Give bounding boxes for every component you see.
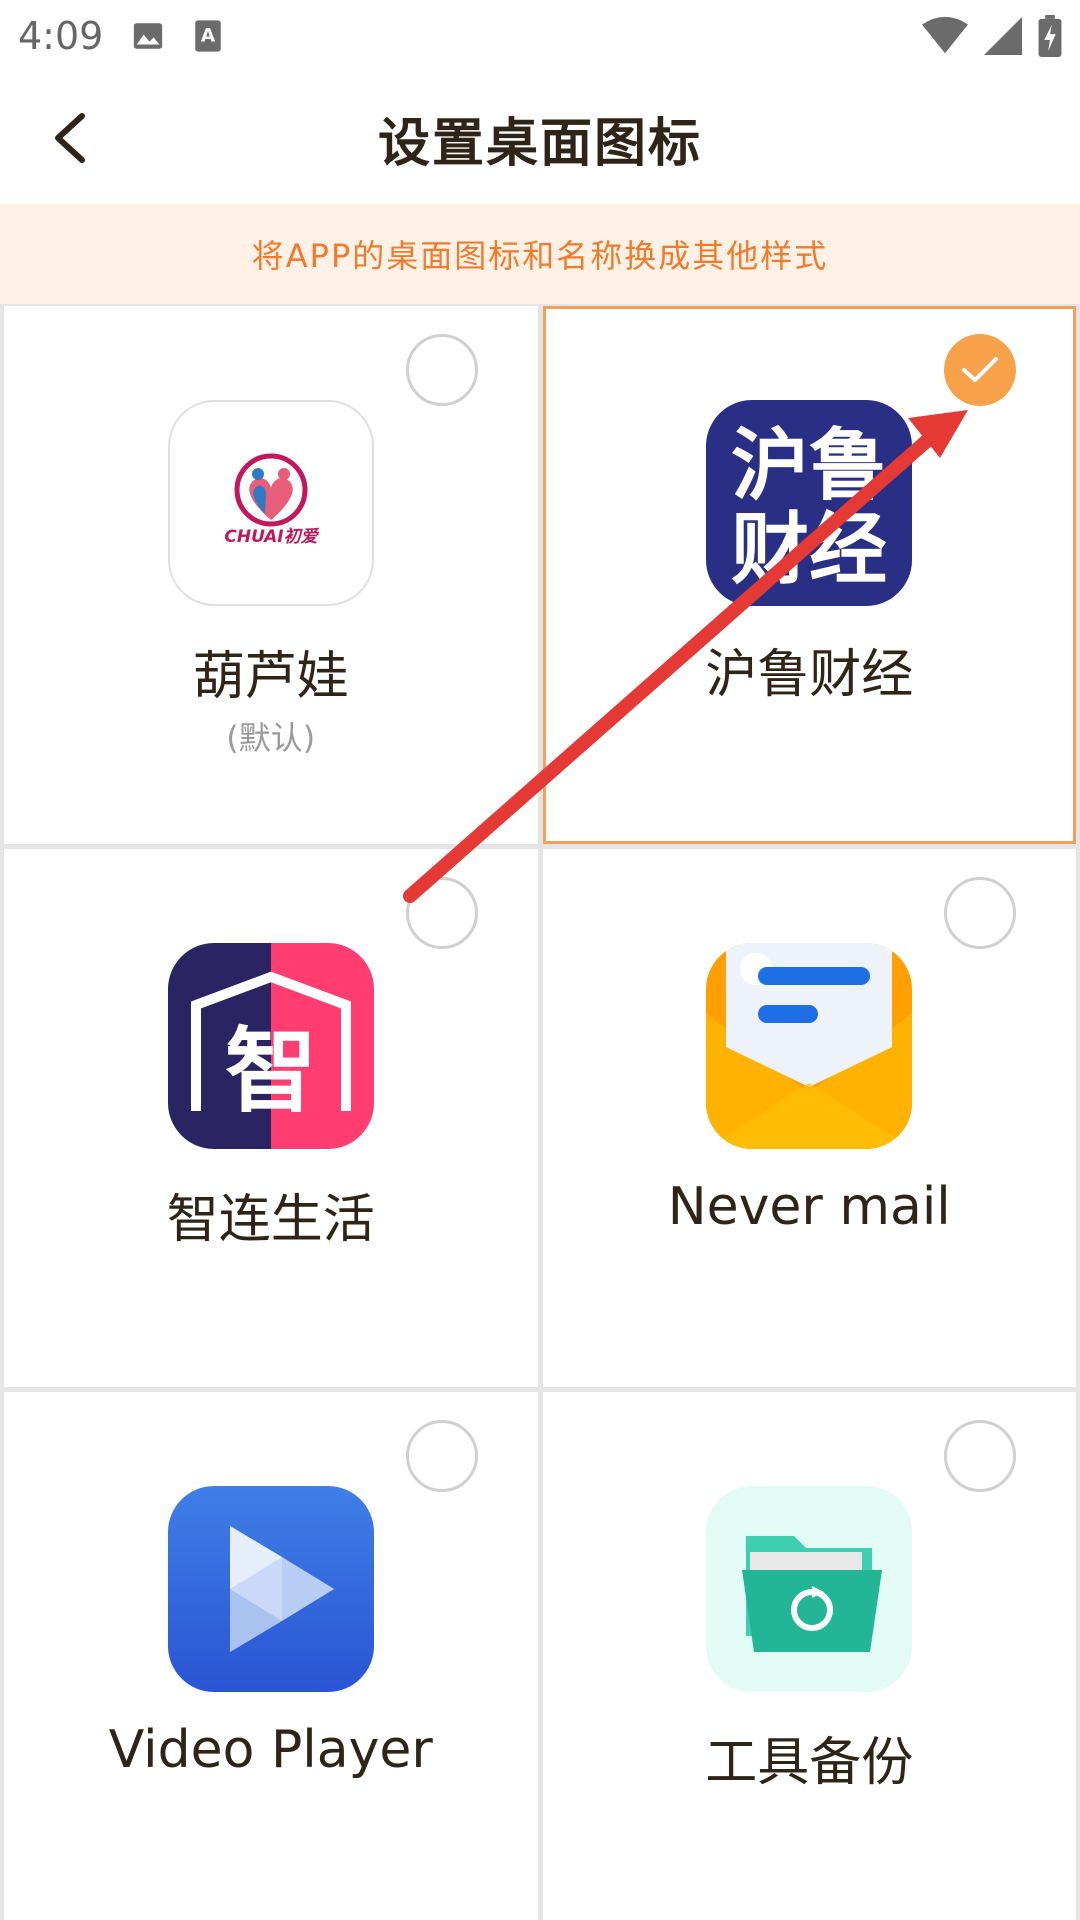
option-name: 智连生活: [166, 1190, 375, 1250]
radio-button[interactable]: [944, 1420, 1016, 1492]
radio-button[interactable]: [405, 877, 478, 949]
signal-icon: [984, 17, 1022, 55]
icon-option-zhilian[interactable]: 智 智连生活: [4, 849, 538, 1387]
zhilian-icon-text: 智: [225, 1018, 317, 1125]
hulu-caijing-icon: 沪鲁 财经: [706, 400, 913, 606]
option-name: Never mail: [667, 1177, 951, 1237]
option-default-label: (默认): [226, 719, 316, 757]
mail-envelope-icon: [706, 943, 913, 1149]
icon-option-hulu-caijing[interactable]: 沪鲁 财经 沪鲁财经: [542, 306, 1076, 844]
hulu-icon-text-bottom: 财经: [731, 505, 887, 595]
zhilian-icon: 智: [167, 943, 374, 1149]
radio-button[interactable]: [405, 1420, 478, 1492]
image-icon: [134, 23, 163, 49]
page-title: 设置桌面图标: [377, 113, 702, 174]
header: 设置桌面图标: [0, 72, 1080, 204]
radio-button-checked[interactable]: [944, 334, 1016, 406]
wifi-icon: [922, 16, 968, 54]
play-icon: [167, 1486, 374, 1692]
info-banner: 将APP的桌面图标和名称换成其他样式: [0, 204, 1080, 304]
option-name: Video Player: [108, 1720, 433, 1780]
status-time: 4:09: [18, 14, 104, 58]
icon-option-huluwa[interactable]: CHUAI初爱 葫芦娃 (默认): [4, 306, 538, 844]
icon-option-video-player[interactable]: Video Player: [4, 1392, 538, 1920]
radio-button[interactable]: [405, 334, 478, 406]
chuai-logo-text: CHUAI初爱: [224, 527, 319, 547]
icon-option-never-mail[interactable]: Never mail: [542, 849, 1076, 1387]
status-left: 4:09 A: [18, 14, 223, 58]
check-icon: [962, 357, 998, 382]
status-right: [922, 15, 1062, 57]
icon-option-tool-backup[interactable]: 工具备份: [542, 1392, 1076, 1920]
chevron-left-icon: [55, 113, 85, 163]
option-name: 沪鲁财经: [705, 645, 914, 705]
svg-text:A: A: [201, 26, 216, 47]
option-name: 葫芦娃: [192, 647, 349, 707]
chuai-logo-icon: CHUAI初爱: [167, 400, 374, 606]
hulu-icon-text-top: 沪鲁: [731, 421, 887, 511]
radio-button[interactable]: [944, 877, 1016, 949]
icon-options-grid: CHUAI初爱 葫芦娃 (默认) 沪鲁 财经 沪鲁财经 智 智连生活 Never…: [0, 304, 1080, 1920]
option-name: 工具备份: [705, 1733, 914, 1793]
battery-charging-icon: [1038, 15, 1062, 57]
banner-text: 将APP的桌面图标和名称换成其他样式: [251, 237, 829, 275]
back-button[interactable]: [40, 108, 100, 168]
folder-backup-icon: [706, 1486, 913, 1692]
text-a-icon: A: [195, 20, 222, 52]
status-bar: 4:09 A: [0, 0, 1080, 72]
